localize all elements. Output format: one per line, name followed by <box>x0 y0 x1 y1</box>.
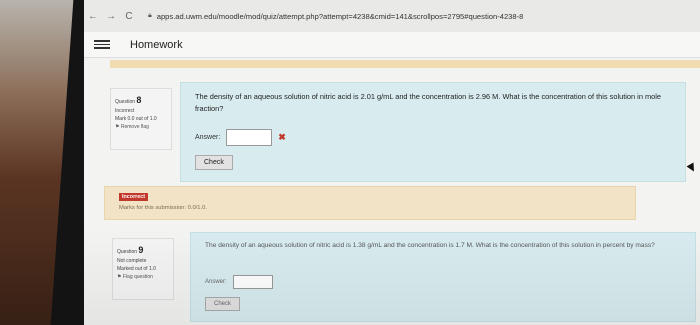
marks-for-submission: Marks for this submission: 0.0/1.0. <box>119 205 207 211</box>
browser-toolbar: ← → C 🔒︎ apps.ad.uwm.edu/moodle/mod/quiz… <box>84 0 700 32</box>
answer-input[interactable] <box>232 275 273 289</box>
question-number: 9 <box>138 245 144 255</box>
question-info-9: Question 9 Not complete Marked out of 1.… <box>112 238 174 300</box>
question-number-row: Question 8 <box>115 93 167 107</box>
check-button[interactable]: Check <box>205 297 241 311</box>
app-header: Homework <box>84 32 700 58</box>
address-bar[interactable]: 🔒︎ apps.ad.uwm.edu/moodle/mod/quiz/attem… <box>148 12 523 21</box>
reload-icon[interactable]: C <box>124 11 134 22</box>
remove-flag-link[interactable]: ⚑ Remove flag <box>115 123 167 131</box>
question-status: Not complete <box>117 258 147 265</box>
flag-icon: ⚑ <box>117 274 122 281</box>
forward-arrow-icon[interactable]: → <box>106 11 116 22</box>
question-content-9: The density of an aqueous solution of ni… <box>190 232 696 322</box>
incorrect-badge: Incorrect <box>119 193 149 201</box>
back-arrow-icon[interactable]: ← <box>88 11 98 22</box>
feedback-box: Incorrect Marks for this submission: 0.0… <box>104 186 636 220</box>
x-icon: ✖ <box>278 132 286 142</box>
question-info-8: Question 8 Incorrect Mark 0.0 out of 1.0… <box>110 88 172 150</box>
flag-label: Flag question <box>122 274 153 281</box>
flag-icon: ⚑ <box>115 124 120 131</box>
lock-icon: 🔒︎ <box>148 12 152 19</box>
question-label: Question <box>117 249 138 255</box>
answer-label: Answer: <box>195 134 221 141</box>
question-content-8: The density of an aqueous solution of ni… <box>180 82 686 182</box>
answer-row: Answer: ✖ <box>195 129 286 146</box>
mouse-cursor-icon <box>686 162 698 174</box>
flag-label: Remove flag <box>120 124 149 131</box>
question-number-row: Question 9 <box>117 243 169 257</box>
question-mark: Marked out of 1.0 <box>117 266 156 273</box>
url-text[interactable]: apps.ad.uwm.edu/moodle/mod/quiz/attempt.… <box>157 12 524 21</box>
hamburger-icon[interactable] <box>94 40 110 49</box>
answer-label: Answer: <box>205 279 227 285</box>
question-mark: Mark 0.0 out of 1.0 <box>115 116 157 123</box>
flag-question-link[interactable]: ⚑ Flag question <box>117 273 169 281</box>
check-button[interactable]: Check <box>195 155 233 170</box>
question-label: Question <box>115 99 136 105</box>
page-accent-bar <box>110 60 700 68</box>
question-status: Incorrect <box>115 108 135 115</box>
question-text: The density of an aqueous solution of ni… <box>205 242 655 249</box>
site-title[interactable]: Homework <box>130 39 183 51</box>
question-text: The density of an aqueous solution of ni… <box>195 92 662 113</box>
answer-input[interactable] <box>226 129 273 146</box>
answer-row: Answer: <box>205 275 273 289</box>
question-number: 8 <box>136 95 142 105</box>
